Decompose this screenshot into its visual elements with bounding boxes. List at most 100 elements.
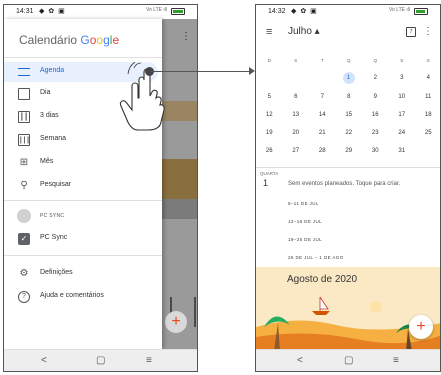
- calendar-day[interactable]: 3: [389, 75, 416, 81]
- calendar-day[interactable]: 8: [336, 94, 363, 100]
- calendar-day[interactable]: 10: [389, 94, 416, 100]
- calendar-day[interactable]: 17: [389, 112, 416, 118]
- divider: [256, 167, 440, 168]
- recents-button[interactable]: ≡: [146, 355, 152, 366]
- calendar-day[interactable]: 12: [256, 112, 283, 118]
- calendar-label: PC Sync: [40, 234, 68, 241]
- calendar-day[interactable]: 26: [256, 148, 283, 154]
- avatar: [17, 209, 31, 223]
- calendar-day[interactable]: 11: [415, 94, 440, 100]
- back-button[interactable]: <: [297, 355, 303, 366]
- day-icon: [18, 88, 30, 100]
- drawer-item-label: Definições: [40, 269, 73, 276]
- calendar-day[interactable]: 6: [283, 94, 310, 100]
- drawer-item-month[interactable]: ⊞ Mês: [4, 153, 158, 173]
- system-nav-bar: < ▢ ≡: [256, 349, 440, 371]
- agenda-week-range[interactable]: 5–11 DE JUL: [288, 201, 319, 206]
- menu-icon[interactable]: ≡: [266, 26, 272, 38]
- agenda-week-range[interactable]: 19–25 DE JUL: [288, 237, 322, 242]
- home-button[interactable]: ▢: [96, 355, 105, 366]
- search-icon: ⚲: [20, 180, 28, 191]
- calendar-day[interactable]: 16: [362, 112, 389, 118]
- calendar-day[interactable]: 22: [336, 130, 363, 136]
- calendar-day[interactable]: 9: [362, 94, 389, 100]
- more-options-icon: ⋮: [181, 31, 191, 42]
- help-icon: ?: [18, 291, 30, 303]
- calendar-day[interactable]: 27: [283, 148, 310, 154]
- backdrop-banner: [162, 159, 197, 199]
- backdrop-fab-icon: +: [165, 311, 187, 333]
- backdrop-band: [162, 199, 197, 219]
- calendar-day[interactable]: 24: [389, 130, 416, 136]
- right-phone-screen: 14:32 ◆ ✿ ▣ Vo LTE ıll ≡ Julho ▴ 7 ⋮ D S…: [255, 4, 441, 372]
- calendar-day[interactable]: 21: [309, 130, 336, 136]
- calendar-day[interactable]: 30: [362, 148, 389, 154]
- calendar-day[interactable]: 31: [389, 148, 416, 154]
- calendar-day[interactable]: 23: [362, 130, 389, 136]
- weekday-label: S: [294, 58, 298, 63]
- checkbox-checked-icon[interactable]: ✓: [18, 233, 30, 245]
- home-button[interactable]: ▢: [344, 355, 353, 366]
- app-header: ≡ Julho ▴ 7 ⋮: [256, 19, 440, 45]
- drawer-item-label: Pesquisar: [40, 181, 72, 188]
- calendar-day-today[interactable]: 1: [342, 72, 355, 84]
- status-time: 14:32: [268, 8, 286, 15]
- drawer-item-search[interactable]: ⚲ Pesquisar: [4, 176, 158, 196]
- battery-icon: [171, 8, 185, 15]
- divider: [4, 57, 162, 58]
- calendar-day[interactable]: 15: [336, 112, 363, 118]
- network-signal-icon: Vo LTE ıll: [388, 7, 410, 13]
- drawer-item-help[interactable]: ? Ajuda e comentários: [4, 287, 158, 307]
- calendar-day[interactable]: 18: [415, 112, 440, 118]
- calendar-day[interactable]: 29: [336, 148, 363, 154]
- drawer-item-week[interactable]: ┃┃┃ Semana: [4, 130, 158, 150]
- dimmed-calendar-backdrop[interactable]: ⋮ +: [162, 19, 197, 349]
- calendar-day[interactable]: 13: [283, 112, 310, 118]
- system-nav-bar: < ▢ ≡: [4, 349, 197, 371]
- battery-icon: [414, 8, 428, 15]
- drawer-item-label: Mês: [40, 158, 54, 165]
- month-icon: ⊞: [19, 157, 29, 168]
- account-section-label: PC SYNC: [40, 213, 65, 219]
- drawer-item-label: Agenda: [40, 67, 65, 74]
- banner-title: Agosto de 2020: [287, 274, 358, 285]
- tap-hand-icon: [119, 62, 165, 131]
- weekday-label: S: [426, 58, 430, 63]
- status-bar: 14:32 ◆ ✿ ▣ Vo LTE ıll: [256, 5, 440, 19]
- drawer-item-label: Dia: [40, 89, 51, 96]
- app-title: Calendário Google: [19, 33, 119, 47]
- calendar-day[interactable]: 20: [283, 130, 310, 136]
- account-header: PC SYNC: [4, 206, 158, 226]
- more-options-icon[interactable]: ⋮: [423, 26, 433, 37]
- calendar-day[interactable]: 7: [309, 94, 336, 100]
- network-signal-icon: Vo LTE ıll: [145, 7, 167, 13]
- left-phone-screen: 14:31 ◆ ✿ ▣ Vo LTE ıll ⋮ + Calendário Go…: [3, 4, 198, 372]
- recents-button[interactable]: ≡: [393, 355, 399, 366]
- calendar-day[interactable]: 14: [309, 112, 336, 118]
- drawer-item-label: 3 dias: [40, 112, 59, 119]
- divider: [4, 255, 162, 256]
- agenda-day-number: 1: [263, 178, 269, 188]
- calendar-day[interactable]: 5: [256, 94, 283, 100]
- agenda-week-range[interactable]: 26 DE JUL – 1 DE AGO: [288, 255, 344, 260]
- create-event-button[interactable]: +: [409, 315, 433, 339]
- drawer-item-settings[interactable]: ⚙ Definições: [4, 264, 158, 284]
- calendar-toggle-pc-sync[interactable]: ✓ PC Sync: [4, 229, 158, 249]
- agenda-week-range[interactable]: 12–18 DE JUL: [288, 219, 322, 224]
- drawer-item-label: Semana: [40, 135, 67, 142]
- no-events-message[interactable]: Sem eventos planeados. Toque para criar.: [288, 181, 400, 187]
- status-time: 14:31: [16, 8, 34, 15]
- calendar-week-row: 19 20 21 22 23 24 25: [256, 127, 440, 141]
- calendar-day[interactable]: 19: [256, 130, 283, 136]
- month-selector[interactable]: Julho ▴: [288, 26, 320, 37]
- calendar-day[interactable]: 25: [415, 130, 440, 136]
- calendar-day[interactable]: 2: [362, 75, 389, 81]
- back-button[interactable]: <: [41, 355, 47, 366]
- calendar-day[interactable]: 4: [415, 75, 440, 81]
- calendar-week-row: 26 27 28 29 30 31: [256, 145, 440, 159]
- calendar-day[interactable]: 28: [309, 148, 336, 154]
- weekday-label: Q: [373, 58, 377, 63]
- app-title-text: Calendário: [19, 33, 81, 47]
- calendar-week-row: 1 234: [256, 72, 440, 86]
- today-icon[interactable]: 7: [406, 27, 416, 37]
